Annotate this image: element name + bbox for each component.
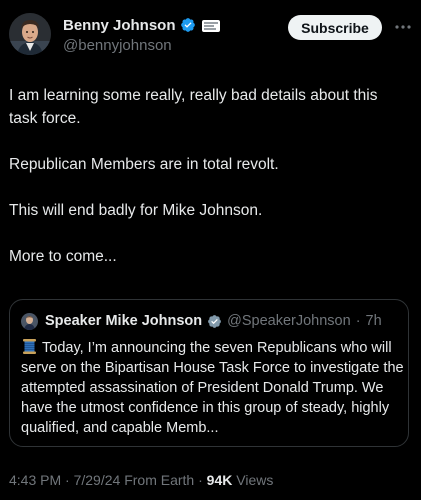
verified-badge-icon[interactable]: [180, 17, 196, 33]
tweet-paragraph: More to come...: [9, 248, 117, 265]
views-label: Views: [236, 472, 274, 488]
dot-separator: ·: [355, 313, 361, 329]
tweet-paragraph: This will end badly for Mike Johnson.: [9, 202, 263, 219]
quoted-tweet-card[interactable]: Speaker Mike Johnson @SpeakerJohnson · 7…: [9, 299, 409, 447]
author-name-row: Benny Johnson: [63, 15, 220, 35]
tweet-timestamp-time[interactable]: 4:43 PM: [9, 472, 61, 488]
tweet-meta: 4:43 PM · 7/29/24 From Earth · 94K Views: [9, 472, 273, 488]
quoted-tweet-header: Speaker Mike Johnson @SpeakerJohnson · 7…: [21, 312, 382, 330]
quoted-tweet-time[interactable]: 7h: [366, 313, 382, 329]
author-handle[interactable]: @bennyjohnson: [63, 37, 172, 54]
government-verified-badge-icon[interactable]: [207, 314, 222, 329]
more-horizontal-icon[interactable]: [394, 18, 412, 36]
dot-separator: ·: [198, 472, 203, 488]
quoted-author-avatar[interactable]: [21, 312, 38, 330]
affiliate-badge-icon[interactable]: [201, 19, 220, 32]
views-count[interactable]: 94K: [207, 472, 233, 488]
quoted-author-name[interactable]: Speaker Mike Johnson: [45, 313, 202, 329]
spool-of-thread-icon: [21, 338, 38, 355]
quoted-tweet-text: Today, I’m announcing the seven Republic…: [21, 338, 405, 438]
author-avatar[interactable]: [9, 13, 51, 55]
tweet-location: From Earth: [124, 472, 195, 488]
subscribe-button[interactable]: Subscribe: [288, 15, 382, 40]
tweet-header: Benny Johnson @bennyjohnson Subscribe: [0, 0, 421, 70]
quoted-tweet-body: Today, I’m announcing the seven Republic…: [21, 340, 404, 436]
tweet-text: I am learning some really, really bad de…: [9, 84, 409, 291]
tweet-paragraph: Republican Members are in total revolt.: [9, 156, 279, 173]
tweet-paragraph: I am learning some really, really bad de…: [9, 87, 378, 127]
quoted-author-handle[interactable]: @SpeakerJohnson: [227, 313, 351, 329]
tweet-timestamp-date[interactable]: 7/29/24: [74, 472, 121, 488]
dot-separator: ·: [65, 472, 70, 488]
author-display-name[interactable]: Benny Johnson: [63, 17, 176, 34]
